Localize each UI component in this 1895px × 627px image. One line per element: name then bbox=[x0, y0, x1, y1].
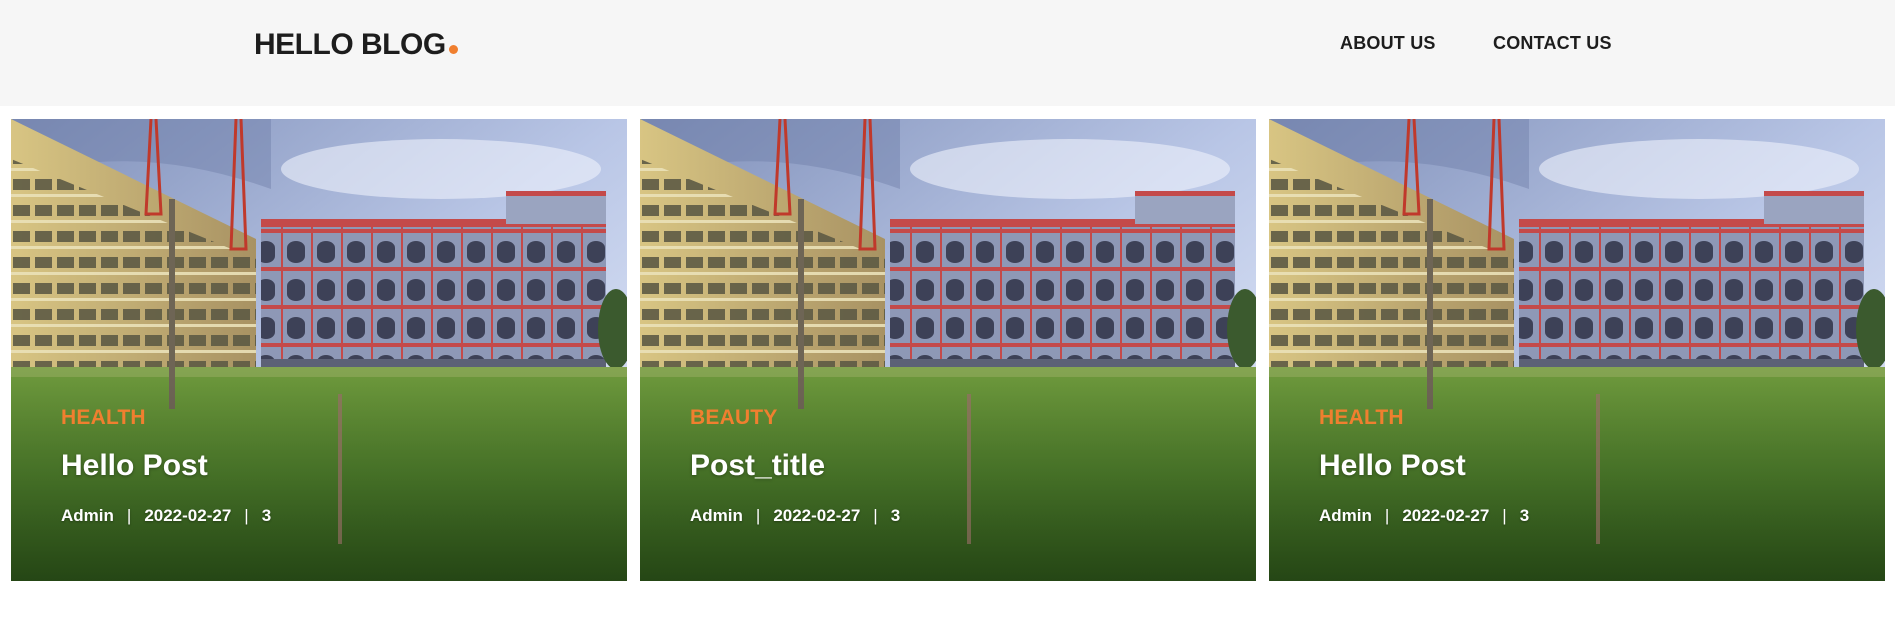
site-header: HELLO BLOG ABOUT US CONTACT US bbox=[0, 0, 1895, 106]
meta-separator: | bbox=[873, 506, 878, 525]
post-author: Admin bbox=[1319, 506, 1372, 525]
post-title[interactable]: Hello Post bbox=[61, 449, 208, 483]
post-meta: Admin | 2022-02-27 | 3 bbox=[61, 506, 271, 526]
post-category[interactable]: HEALTH bbox=[61, 406, 146, 430]
post-author: Admin bbox=[690, 506, 743, 525]
post-title[interactable]: Hello Post bbox=[1319, 449, 1466, 483]
post-count: 3 bbox=[261, 506, 272, 525]
post-count: 3 bbox=[1519, 506, 1530, 525]
meta-separator: | bbox=[755, 506, 761, 525]
post-meta: Admin | 2022-02-27 | 3 bbox=[1319, 506, 1529, 526]
post-count: 3 bbox=[890, 506, 901, 525]
brand-text: HELLO BLOG bbox=[254, 28, 446, 61]
post-card[interactable]: BEAUTY Post_title Admin | 2022-02-27 | 3 bbox=[640, 119, 1256, 581]
meta-separator: | bbox=[126, 506, 132, 525]
meta-separator: | bbox=[244, 506, 249, 525]
post-date: 2022-02-27 bbox=[144, 506, 232, 525]
meta-separator: | bbox=[1502, 506, 1507, 525]
brand-logo[interactable]: HELLO BLOG bbox=[254, 28, 458, 62]
post-title[interactable]: Post_title bbox=[690, 449, 825, 483]
nav-about-us[interactable]: ABOUT US bbox=[1340, 33, 1436, 54]
post-category[interactable]: BEAUTY bbox=[690, 406, 778, 430]
post-date: 2022-02-27 bbox=[1402, 506, 1490, 525]
post-category[interactable]: HEALTH bbox=[1319, 406, 1404, 430]
post-card[interactable]: HEALTH Hello Post Admin | 2022-02-27 | 3 bbox=[11, 119, 627, 581]
post-author: Admin bbox=[61, 506, 114, 525]
meta-separator: | bbox=[1384, 506, 1390, 525]
nav-contact-us[interactable]: CONTACT US bbox=[1493, 33, 1612, 54]
post-meta: Admin | 2022-02-27 | 3 bbox=[690, 506, 900, 526]
post-date: 2022-02-27 bbox=[773, 506, 861, 525]
post-card[interactable]: HEALTH Hello Post Admin | 2022-02-27 | 3 bbox=[1269, 119, 1885, 581]
brand-dot-icon bbox=[448, 45, 458, 54]
